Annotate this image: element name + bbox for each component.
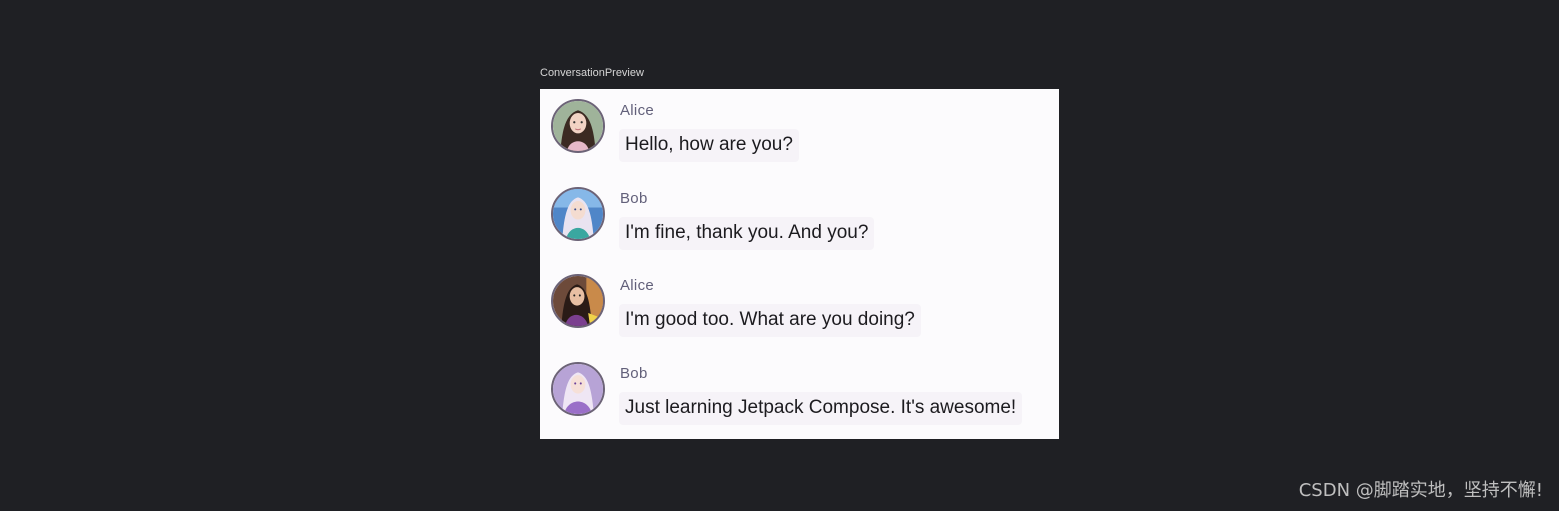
message-bubble: Hello, how are you? — [619, 129, 799, 162]
message-bubble: I'm good too. What are you doing? — [619, 304, 921, 337]
design-canvas: ConversationPreview Alice Hello, how are… — [0, 0, 1559, 511]
message-bubble: Just learning Jetpack Compose. It's awes… — [619, 392, 1023, 425]
message-bubble: I'm fine, thank you. And you? — [619, 217, 875, 250]
message-author: Alice — [620, 102, 655, 119]
message-author: Bob — [620, 190, 648, 207]
watermark: CSDN @脚踏实地，坚持不懈! — [1298, 480, 1543, 501]
message-item: Bob Just learning Jetpack Compose. It's … — [540, 352, 1059, 440]
preview-label: ConversationPreview — [540, 67, 644, 79]
avatar-girl-green-hair-icon — [551, 99, 605, 153]
message-item: Alice I'm good too. What are you doing? — [540, 264, 1059, 352]
avatar-girl-purple-dress-icon — [551, 362, 605, 416]
message-item: Bob I'm fine, thank you. And you? — [540, 177, 1059, 265]
message-author: Bob — [620, 365, 648, 382]
avatar-girl-blue-dress-icon — [551, 187, 605, 241]
message-author: Alice — [620, 277, 655, 294]
message-item: Alice Hello, how are you? — [540, 89, 1059, 177]
avatar-girl-dark-hair-icon — [551, 274, 605, 328]
conversation-preview: Alice Hello, how are you? Bob I'm fine, … — [540, 89, 1059, 439]
